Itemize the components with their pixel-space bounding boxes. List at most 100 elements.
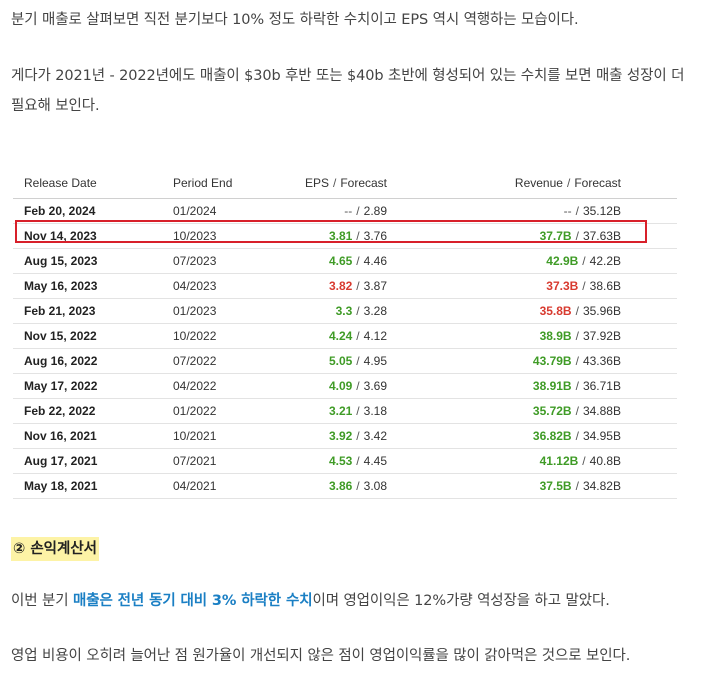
paragraph-3-pre: 이번 분기	[11, 593, 73, 609]
cell-period-end: 10/2022	[173, 329, 217, 343]
cell-period-end: 01/2022	[173, 404, 217, 418]
cell-revenue-forecast: 37.63B	[582, 229, 621, 243]
cell-eps-separator: /	[356, 204, 360, 218]
cell-period-end: 07/2023	[173, 254, 217, 268]
cell-revenue-actual: 35.72B	[532, 404, 572, 418]
table-row: Feb 22, 2022 01/2022 3.21/3.18 35.72B/34.88…	[13, 399, 677, 424]
header-eps-forecast: Forecast	[340, 176, 387, 190]
table-row: Nov 14, 2023 10/2023 3.81/3.76 37.7B/37.63B	[13, 224, 677, 249]
cell-revenue-separator: /	[575, 429, 579, 443]
cell-revenue-actual: 37.7B	[539, 229, 572, 243]
cell-eps-forecast: 3.42	[363, 429, 387, 443]
table-row: May 16, 2023 04/2023 3.82/3.87 37.3B/38.6B	[13, 274, 677, 299]
cell-revenue: 36.82B/34.95B	[533, 424, 621, 448]
cell-revenue: 41.12B/40.8B	[540, 449, 621, 473]
paragraph-1: 분기 매출로 살펴보면 직전 분기보다 10% 정도 하락한 수치이고 EPS …	[11, 12, 579, 28]
cell-revenue-separator: /	[575, 304, 579, 318]
cell-revenue-separator: /	[582, 254, 586, 268]
cell-revenue-actual: --	[563, 204, 572, 218]
cell-period-end: 01/2023	[173, 304, 217, 318]
cell-eps-forecast: 3.18	[363, 404, 387, 418]
cell-release-date: May 18, 2021	[24, 479, 98, 493]
cell-eps-actual: 3.82	[328, 279, 353, 293]
cell-release-date: Feb 22, 2022	[24, 404, 96, 418]
cell-revenue-separator: /	[575, 379, 579, 393]
table-row: Nov 15, 2022 10/2022 4.24/4.12 38.9B/37.92B	[13, 324, 677, 349]
cell-eps: 5.05/4.95	[329, 349, 387, 373]
cell-period-end: 04/2023	[173, 279, 217, 293]
cell-eps: 3.81/3.76	[329, 224, 387, 248]
cell-eps-actual: 4.09	[328, 379, 353, 393]
cell-eps-separator: /	[356, 379, 360, 393]
cell-revenue-actual: 43.79B	[532, 354, 572, 368]
header-eps-label: EPS	[304, 176, 329, 190]
cell-eps-separator: /	[356, 254, 360, 268]
header-eps: EPS / Forecast	[305, 168, 387, 198]
cell-revenue-forecast: 34.82B	[582, 479, 621, 493]
cell-eps-separator: /	[356, 304, 360, 318]
cell-eps-actual: 3.3	[335, 304, 353, 318]
cell-eps: 4.65/4.46	[329, 249, 387, 273]
cell-eps-forecast: 4.46	[363, 254, 387, 268]
paragraph-3-highlight: 매출은 전년 동기 대비 3% 하락한 수치	[72, 593, 313, 609]
cell-revenue-separator: /	[582, 279, 586, 293]
table-body: Feb 20, 2024 01/2024 --/2.89 --/35.12B Nov 1…	[13, 199, 677, 499]
cell-period-end: 01/2024	[173, 204, 217, 218]
cell-revenue-forecast: 42.2B	[589, 254, 621, 268]
cell-revenue-separator: /	[575, 329, 579, 343]
cell-period-end: 07/2022	[173, 354, 217, 368]
cell-eps: 4.53/4.45	[329, 449, 387, 473]
cell-revenue: 35.72B/34.88B	[533, 399, 621, 423]
cell-revenue-actual: 38.91B	[532, 379, 572, 393]
cell-revenue-forecast: 34.95B	[582, 429, 621, 443]
table-row: Feb 20, 2024 01/2024 --/2.89 --/35.12B	[13, 199, 677, 224]
cell-revenue-forecast: 40.8B	[589, 454, 621, 468]
cell-revenue-actual: 36.82B	[532, 429, 572, 443]
cell-release-date: Nov 15, 2022	[24, 329, 97, 343]
cell-eps-separator: /	[356, 279, 360, 293]
header-revenue-label: Revenue	[514, 176, 563, 190]
cell-eps-forecast: 2.89	[363, 204, 387, 218]
cell-period-end: 04/2022	[173, 379, 217, 393]
cell-eps-separator: /	[356, 354, 360, 368]
cell-eps-actual: 5.05	[328, 354, 353, 368]
cell-eps: 4.09/3.69	[329, 374, 387, 398]
cell-release-date: Aug 16, 2022	[24, 354, 98, 368]
cell-revenue-separator: /	[575, 479, 579, 493]
cell-eps-actual: 3.21	[328, 404, 353, 418]
cell-eps-actual: 3.92	[328, 429, 353, 443]
cell-revenue-forecast: 36.71B	[582, 379, 621, 393]
cell-eps-separator: /	[356, 454, 360, 468]
table-row: May 17, 2022 04/2022 4.09/3.69 38.91B/36.71…	[13, 374, 677, 399]
cell-eps-actual: --	[344, 204, 353, 218]
header-period-end: Period End	[173, 176, 233, 190]
cell-revenue: 38.9B/37.92B	[540, 324, 621, 348]
cell-release-date: Aug 17, 2021	[24, 454, 98, 468]
cell-release-date: Nov 14, 2023	[24, 229, 97, 243]
cell-revenue: 37.7B/37.63B	[540, 224, 621, 248]
table-row: Aug 17, 2021 07/2021 4.53/4.45 41.12B/40.8B	[13, 449, 677, 474]
cell-eps-actual: 4.53	[328, 454, 353, 468]
cell-eps-actual: 4.24	[328, 329, 353, 343]
cell-revenue-forecast: 43.36B	[582, 354, 621, 368]
cell-revenue-forecast: 37.92B	[582, 329, 621, 343]
cell-eps-forecast: 3.76	[363, 229, 387, 243]
cell-eps: 4.24/4.12	[329, 324, 387, 348]
cell-release-date: Feb 20, 2024	[24, 204, 96, 218]
cell-eps-forecast: 3.87	[363, 279, 387, 293]
table-row: Aug 15, 2023 07/2023 4.65/4.46 42.9B/42.2B	[13, 249, 677, 274]
cell-revenue-actual: 41.12B	[539, 454, 579, 468]
cell-revenue-forecast: 35.96B	[582, 304, 621, 318]
table-row: May 18, 2021 04/2021 3.86/3.08 37.5B/34.82B	[13, 474, 677, 499]
cell-release-date: Aug 15, 2023	[24, 254, 98, 268]
section-heading: ② 손익계산서	[11, 537, 100, 561]
header-revenue-forecast: Forecast	[574, 176, 621, 190]
cell-revenue-separator: /	[575, 354, 579, 368]
cell-eps: 3.21/3.18	[329, 399, 387, 423]
cell-eps-separator: /	[356, 429, 360, 443]
cell-revenue-separator: /	[582, 454, 586, 468]
cell-eps-forecast: 3.08	[363, 479, 387, 493]
cell-eps-forecast: 4.45	[363, 454, 387, 468]
cell-revenue-actual: 37.5B	[539, 479, 572, 493]
header-revenue-separator: /	[566, 176, 571, 190]
